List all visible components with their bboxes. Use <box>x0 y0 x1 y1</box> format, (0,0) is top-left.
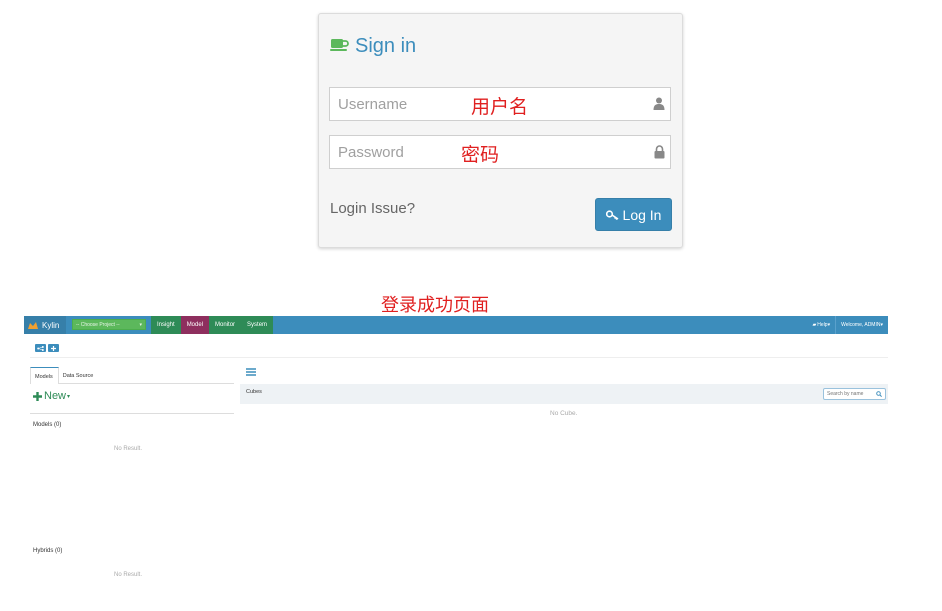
divider <box>30 357 888 358</box>
lock-icon <box>654 145 665 164</box>
cube-search[interactable] <box>823 388 886 400</box>
login-button[interactable]: Log In <box>595 198 672 231</box>
password-input[interactable] <box>330 136 670 168</box>
password-field[interactable] <box>329 135 671 169</box>
kylin-app-screenshot: Kylin -- Choose Project -- ▾ Insight Mod… <box>24 316 888 601</box>
tab-models[interactable]: Models <box>30 367 59 384</box>
nav-system[interactable]: System <box>241 316 274 334</box>
key-icon <box>605 207 619 223</box>
project-select-value: -- Choose Project -- <box>76 321 120 328</box>
help-menu[interactable]: ▰ Help ▾ <box>807 316 835 334</box>
success-caption: 登录成功页面 <box>381 295 489 316</box>
cube-search-input[interactable] <box>827 391 875 397</box>
brand[interactable]: Kylin <box>24 316 66 334</box>
toolbar-buttons <box>35 344 59 352</box>
book-icon: ▰ <box>812 322 817 328</box>
new-button[interactable]: New ▾ <box>33 390 70 402</box>
models-title: Models (0) <box>33 422 62 428</box>
menu-toggle[interactable] <box>246 368 256 378</box>
user-icon <box>653 97 665 115</box>
plus-icon <box>51 345 56 351</box>
caret-down-icon: ▾ <box>880 322 883 328</box>
main-nav: Insight Model Monitor System <box>151 316 274 334</box>
plus-icon <box>33 391 42 401</box>
login-issue-link[interactable]: Login Issue? <box>330 200 415 217</box>
nav-model[interactable]: Model <box>180 316 210 334</box>
login-card: Sign in Login Issue? Log In <box>318 13 683 248</box>
share-button[interactable] <box>35 344 46 352</box>
tab-data-source[interactable]: Data Source <box>59 373 99 383</box>
share-icon <box>37 345 44 351</box>
models-empty: No Result. <box>114 446 143 452</box>
coffee-cup-icon <box>330 37 349 57</box>
divider <box>30 413 234 414</box>
nav-insight[interactable]: Insight <box>151 316 181 334</box>
help-label: Help <box>817 322 828 328</box>
nav-monitor[interactable]: Monitor <box>209 316 242 334</box>
models-pane: Models Data Source New ▾ Models (0) No R… <box>30 364 234 599</box>
caret-down-icon: ▾ <box>67 393 71 400</box>
top-navbar: Kylin -- Choose Project -- ▾ Insight Mod… <box>24 316 888 334</box>
user-menu[interactable]: Welcome, ADMIN ▾ <box>835 316 888 334</box>
login-button-label: Log In <box>622 206 662 223</box>
search-icon <box>876 391 882 397</box>
username-annotation: 用户名 <box>471 96 529 118</box>
login-heading: Sign in <box>355 35 417 57</box>
add-button[interactable] <box>48 344 59 352</box>
password-annotation: 密码 <box>461 144 500 166</box>
cubes-header: Cubes <box>240 384 888 404</box>
kylin-logo-icon <box>28 321 38 329</box>
brand-name: Kylin <box>42 320 60 330</box>
cubes-pane: Cubes No Cube. <box>240 364 888 599</box>
chevron-down-icon: ▾ <box>139 321 142 328</box>
topbar-right: ▰ Help ▾ Welcome, ADMIN ▾ <box>807 316 888 334</box>
left-tabs: Models Data Source <box>30 364 234 384</box>
no-cube-message: No Cube. <box>550 410 578 417</box>
login-title: Sign in <box>330 35 416 58</box>
welcome-label: Welcome, ADMIN <box>841 322 881 328</box>
project-select[interactable]: -- Choose Project -- ▾ <box>72 319 146 330</box>
caret-down-icon: ▾ <box>827 322 831 328</box>
hamburger-icon <box>246 368 256 376</box>
hybrids-title: Hybrids (0) <box>33 548 63 554</box>
new-button-label: New <box>44 390 67 402</box>
hybrids-empty: No Result. <box>114 572 143 578</box>
cubes-label: Cubes <box>246 389 262 395</box>
